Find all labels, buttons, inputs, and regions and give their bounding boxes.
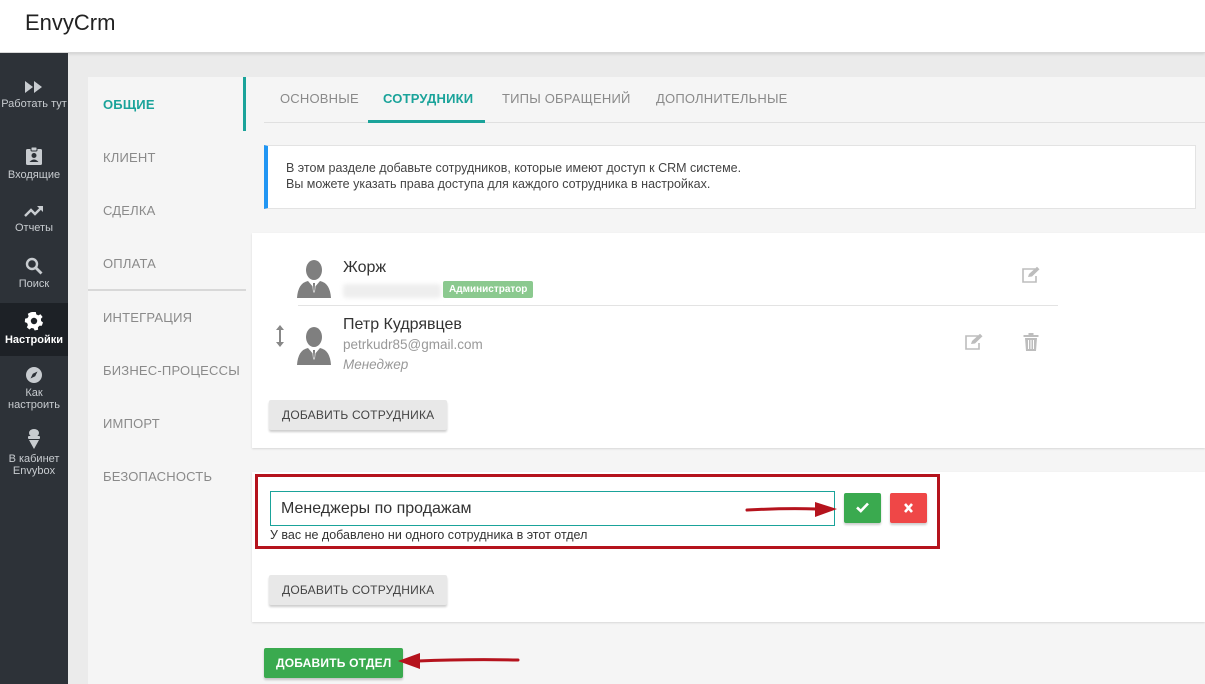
department-empty-hint: У вас не добавлено ни одного сотрудника … [270, 528, 588, 542]
rail-label: Входящие [7, 169, 61, 181]
checkmark-icon [856, 502, 869, 513]
trash-icon[interactable] [1023, 333, 1039, 351]
rail-item-inbox[interactable]: Входящие [0, 146, 68, 181]
nav-item-integration[interactable]: ИНТЕГРАЦИЯ [103, 310, 192, 325]
close-icon [904, 503, 913, 513]
rail-item-search[interactable]: Поиск [0, 257, 68, 290]
employee-email: petrkudr85@gmail.com [343, 337, 483, 352]
rail-label: Настройки [4, 334, 64, 346]
cancel-button[interactable] [890, 493, 927, 523]
nav-item-deal[interactable]: СДЕЛКА [103, 203, 156, 218]
confirm-button[interactable] [844, 493, 881, 523]
search-icon [25, 257, 43, 275]
tab-request-types[interactable]: ТИПЫ ОБРАЩЕНИЙ [502, 91, 631, 106]
employee-name[interactable]: Жорж [343, 259, 386, 277]
nav-divider [88, 289, 246, 291]
drag-handle-icon[interactable] [275, 325, 285, 347]
rail-item-envybox[interactable]: В кабинет Envybox [0, 428, 68, 477]
rail-item-reports[interactable]: Отчеты [0, 203, 68, 234]
info-line-1: В этом разделе добавьте сотрудников, кот… [286, 161, 742, 175]
rail-label: Работать тут [1, 98, 67, 110]
rail-item-how-to[interactable]: Как настроить [0, 366, 68, 411]
rail-item-work-here[interactable]: Работать тут [0, 79, 68, 110]
nav-item-payment[interactable]: ОПЛАТА [103, 256, 156, 271]
tab-basic[interactable]: ОСНОВНЫЕ [280, 91, 359, 106]
fast-forward-icon [25, 81, 42, 93]
ice-cream-icon [28, 429, 40, 449]
row-divider [298, 305, 1058, 306]
add-employee-button[interactable]: ДОБАВИТЬ СОТРУДНИКА [269, 400, 448, 430]
employee-email-redacted [343, 284, 441, 298]
settings-nav: ОБЩИЕ КЛИЕНТ СДЕЛКА ОПЛАТА ИНТЕГРАЦИЯ БИ… [88, 77, 246, 684]
employee-role: Менеджер [343, 357, 409, 372]
app-title[interactable]: EnvyCrm [25, 10, 115, 36]
rail-label: Поиск [18, 278, 50, 290]
employee-name[interactable]: Петр Кудрявцев [343, 316, 462, 334]
nav-item-client[interactable]: КЛИЕНТ [103, 150, 156, 165]
user-avatar-icon [297, 327, 331, 365]
annotation-arrow-icon [398, 653, 520, 669]
tab-additional[interactable]: ДОПОЛНИТЕЛЬНЫЕ [656, 91, 788, 106]
nav-item-business-processes[interactable]: БИЗНЕС-ПРОЦЕССЫ [103, 363, 240, 378]
add-department-button[interactable]: ДОБАВИТЬ ОТДЕЛ [264, 648, 404, 678]
edit-icon[interactable] [964, 333, 984, 351]
nav-item-security[interactable]: БЕЗОПАСНОСТЬ [103, 469, 212, 484]
tab-active-indicator [368, 120, 485, 123]
main-content: ОСНОВНЫЕ СОТРУДНИКИ ТИПЫ ОБРАЩЕНИЙ ДОПОЛ… [246, 77, 1205, 684]
add-employee-to-department-button[interactable]: ДОБАВИТЬ СОТРУДНИКА [269, 575, 448, 605]
rail-label: Отчеты [14, 222, 54, 234]
top-bar: EnvyCrm [0, 0, 1205, 53]
compass-icon [26, 367, 42, 383]
info-callout: В этом разделе добавьте сотрудников, кот… [264, 145, 1196, 209]
user-avatar-icon [297, 260, 331, 298]
info-line-2: Вы можете указать права доступа для кажд… [286, 177, 711, 191]
employees-card: Жорж Администратор Петр Кудрявцев petrku… [252, 233, 1205, 448]
nav-item-import[interactable]: ИМПОРТ [103, 416, 160, 431]
rail-label: В кабинет Envybox [8, 453, 60, 477]
tab-bar: ОСНОВНЫЕ СОТРУДНИКИ ТИПЫ ОБРАЩЕНИЙ ДОПОЛ… [264, 77, 1205, 123]
rail-item-settings[interactable]: Настройки [0, 303, 68, 356]
trending-up-icon [24, 206, 43, 217]
annotation-arrow-icon [745, 502, 837, 517]
icon-rail: Работать тут Входящие Отчеты Поиск Настр… [0, 53, 68, 684]
gear-icon [24, 312, 43, 331]
edit-icon[interactable] [1021, 266, 1041, 284]
tab-employees[interactable]: СОТРУДНИКИ [383, 91, 473, 106]
role-badge: Администратор [443, 281, 534, 298]
rail-label: Как настроить [8, 387, 60, 411]
clipboard-icon [26, 146, 42, 165]
nav-item-general[interactable]: ОБЩИЕ [103, 97, 155, 112]
